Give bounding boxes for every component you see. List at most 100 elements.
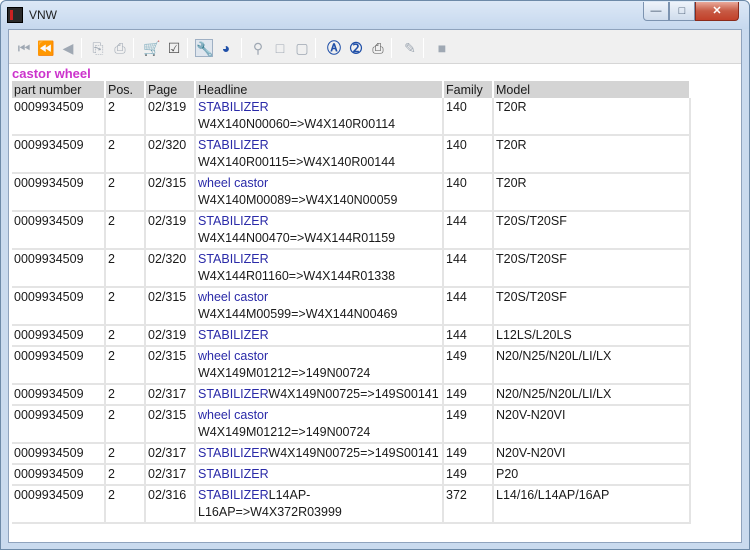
col-header-headline[interactable]: Headline <box>195 81 444 98</box>
headline-range: W4X149N00725=>149S00141 <box>268 387 439 401</box>
previous-icon[interactable]: ◀ <box>59 39 77 57</box>
checklist-icon[interactable]: ☑ <box>165 39 183 57</box>
page-alt-icon[interactable]: ▢ <box>293 39 311 57</box>
two-circle-icon[interactable]: ➁ <box>347 39 365 57</box>
page-cell: 02/319 <box>145 98 196 136</box>
zoom-icon[interactable]: ⚲ <box>249 39 267 57</box>
table-row[interactable]: 0009934509 2 02/315 wheel castor W4X144M0059… <box>12 287 691 326</box>
toolbar-separator <box>315 38 316 58</box>
part-number-cell: 0009934509 <box>12 443 106 465</box>
import-icon[interactable]: ⎙ <box>111 39 129 57</box>
headline-range: W4X149M01212=>149N00724 <box>198 425 371 439</box>
headline-range: W4X144M00599=>W4X144N00469 <box>198 307 398 321</box>
table-row[interactable]: 0009934509 2 02/320 STABILIZER W4X144R01160=… <box>12 249 691 288</box>
page-cell: 02/315 <box>145 173 196 212</box>
headline-link[interactable]: wheel castor <box>198 349 268 363</box>
minimize-button[interactable]: — <box>643 2 669 21</box>
cart-icon[interactable]: 🛒 <box>143 39 161 57</box>
toolbar-separator <box>187 38 188 58</box>
family-cell: 140 <box>443 173 494 212</box>
headline-link[interactable]: STABILIZER <box>198 488 269 502</box>
part-number-cell: 0009934509 <box>12 135 106 174</box>
part-number-cell: 0009934509 <box>12 405 106 444</box>
parts-table: part number Pos. Page Headline Family Mo… <box>12 81 691 524</box>
pos-cell: 2 <box>105 464 146 486</box>
headline-link[interactable]: STABILIZER <box>198 138 269 152</box>
headline-range: W4X144N00470=>W4X144R01159 <box>198 231 396 245</box>
part-number-cell: 0009934509 <box>12 211 106 250</box>
model-cell: N20V-N20VI <box>493 443 691 465</box>
print-icon[interactable]: ⎙ <box>369 39 387 57</box>
model-cell: T20S/T20SF <box>493 211 691 250</box>
headline-cell: STABILIZERL14AP- L16AP=>W4X372R03999 <box>195 485 444 524</box>
headline-link[interactable]: wheel castor <box>198 290 268 304</box>
export-icon[interactable]: ⎘ <box>89 39 107 57</box>
part-number-cell: 0009934509 <box>12 464 106 486</box>
headline-link[interactable]: STABILIZER <box>198 446 268 460</box>
headline-link[interactable]: wheel castor <box>198 408 268 422</box>
maximize-button[interactable]: □ <box>669 2 695 21</box>
table-row[interactable]: 0009934509 2 02/316 STABILIZERL14AP- L16AP=>… <box>12 485 691 524</box>
col-header-pos[interactable]: Pos. <box>105 81 146 98</box>
col-header-family[interactable]: Family <box>443 81 494 98</box>
page-cell: 02/317 <box>145 384 196 406</box>
toolbar-separator <box>81 38 82 58</box>
headline-link[interactable]: STABILIZER <box>198 214 269 228</box>
col-header-page[interactable]: Page <box>145 81 196 98</box>
part-number-cell: 0009934509 <box>12 384 106 406</box>
headline-cell: wheel castor W4X144M00599=>W4X144N00469 <box>195 287 444 326</box>
headline-link[interactable]: wheel castor <box>198 176 268 190</box>
toolbar-separator <box>423 38 424 58</box>
pos-cell: 2 <box>105 211 146 250</box>
stop-icon[interactable]: ■ <box>433 39 451 57</box>
table-row[interactable]: 0009934509 2 02/319 STABILIZER W4X144N00470=… <box>12 211 691 250</box>
headline-link[interactable]: STABILIZER <box>198 467 269 481</box>
model-cell: T20S/T20SF <box>493 287 691 326</box>
table-row[interactable]: 0009934509 2 02/317 STABILIZERW4X149N00725=… <box>12 384 691 406</box>
part-number-cell: 0009934509 <box>12 98 106 136</box>
table-row[interactable]: 0009934509 2 02/317 STABILIZER 149 P20 <box>12 464 691 486</box>
pos-cell: 2 <box>105 443 146 465</box>
table-row[interactable]: 0009934509 2 02/315 wheel castor W4X149M0121… <box>12 346 691 385</box>
part-number-cell: 0009934509 <box>12 325 106 347</box>
headline-link[interactable]: STABILIZER <box>198 387 268 401</box>
toolbar: ⏮ ⏪ ◀ ⎘ ⎙ 🛒 ☑ 🔧 ◕ ⚲ □ ▢ Ⓐ ➁ ⎙ ✎ ■ <box>9 30 741 64</box>
part-number-cell: 0009934509 <box>12 173 106 212</box>
table-row[interactable]: 0009934509 2 02/315 wheel castor W4X140M0008… <box>12 173 691 212</box>
headline-cell: STABILIZERW4X149N00725=>149S00141 <box>195 443 444 465</box>
page-icon[interactable]: □ <box>271 39 289 57</box>
headline-range: L14AP- <box>268 488 311 502</box>
table-row[interactable]: 0009934509 2 02/317 STABILIZERW4X149N00725=… <box>12 443 691 465</box>
family-cell: 149 <box>443 384 494 406</box>
family-cell: 144 <box>443 211 494 250</box>
family-cell: 149 <box>443 443 494 465</box>
a-circle-icon[interactable]: Ⓐ <box>325 39 343 57</box>
col-header-model[interactable]: Model <box>493 81 691 98</box>
first-icon[interactable]: ⏮ <box>15 39 33 57</box>
part-number-cell: 0009934509 <box>12 346 106 385</box>
headline-link[interactable]: STABILIZER <box>198 252 269 266</box>
app-icon[interactable] <box>7 7 23 23</box>
headline-link[interactable]: STABILIZER <box>198 100 269 114</box>
previous-page-icon[interactable]: ⏪ <box>37 39 55 57</box>
col-header-part-number[interactable]: part number <box>12 81 106 98</box>
page-cell: 02/317 <box>145 464 196 486</box>
wrench-icon[interactable]: 🔧 <box>195 39 213 57</box>
table-row[interactable]: 0009934509 2 02/319 STABILIZER W4X140N00060=… <box>12 98 691 136</box>
title-bar[interactable]: VNW — □ ✕ <box>1 1 749 29</box>
headline-link[interactable]: STABILIZER <box>198 328 269 342</box>
pos-cell: 2 <box>105 346 146 385</box>
edit-icon[interactable]: ✎ <box>401 39 419 57</box>
pos-cell: 2 <box>105 485 146 524</box>
family-cell: 144 <box>443 249 494 288</box>
table-row[interactable]: 0009934509 2 02/320 STABILIZER W4X140R00115=… <box>12 135 691 174</box>
model-cell: T20R <box>493 173 691 212</box>
table-row[interactable]: 0009934509 2 02/319 STABILIZER 144 L12LS/L20L… <box>12 325 691 347</box>
model-cell: L14/16/L14AP/16AP <box>493 485 691 524</box>
family-cell: 140 <box>443 98 494 136</box>
model-cell: N20V-N20VI <box>493 405 691 444</box>
headline-range: W4X140R00115=>W4X140R00144 <box>198 155 396 169</box>
close-button[interactable]: ✕ <box>695 2 739 21</box>
table-row[interactable]: 0009934509 2 02/315 wheel castor W4X149M0121… <box>12 405 691 444</box>
globe-icon[interactable]: ◕ <box>217 39 235 57</box>
